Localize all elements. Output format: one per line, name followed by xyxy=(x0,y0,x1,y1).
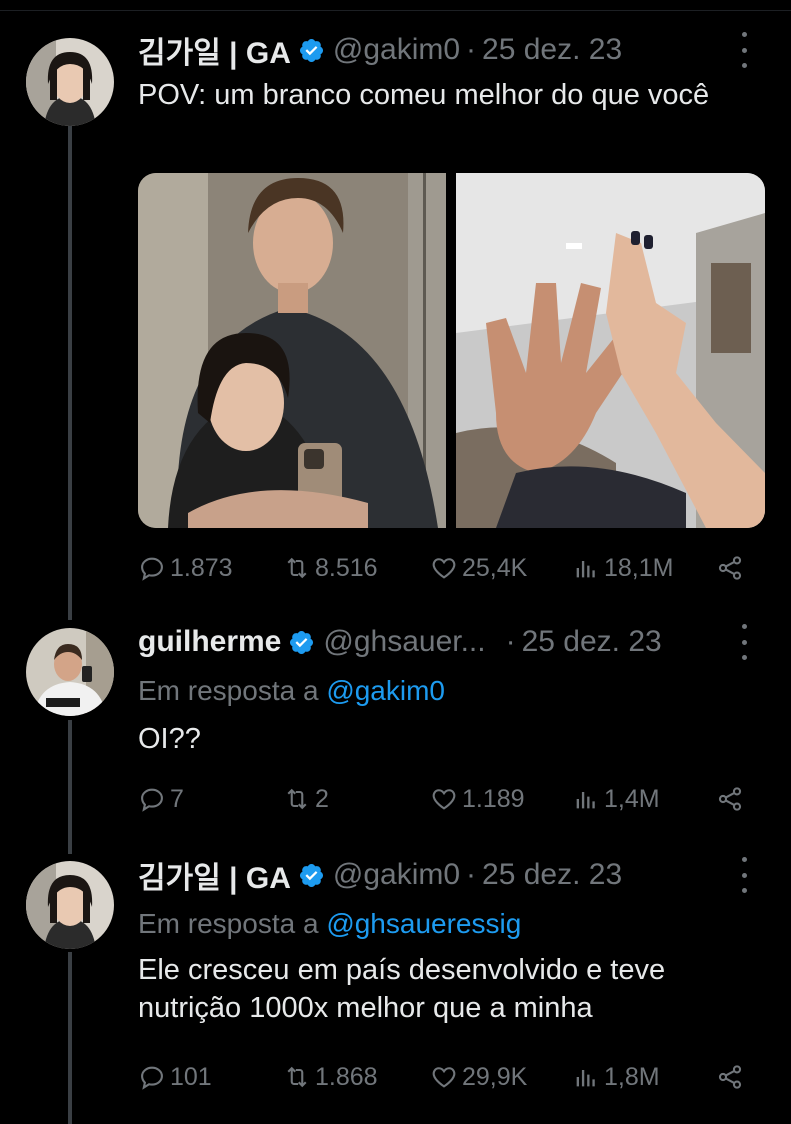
display-name[interactable]: 김가일 | GA xyxy=(138,853,291,897)
retweet-count: 2 xyxy=(315,784,329,813)
retweet-icon xyxy=(287,1066,307,1088)
like-button[interactable]: 1.189 xyxy=(430,779,525,819)
avatar[interactable] xyxy=(26,628,114,716)
tweet-header: guilherme @ghsauer... · 25 dez. 23 xyxy=(138,622,765,662)
reply-context: Em resposta a @ghsaueressig xyxy=(138,905,765,943)
more-options-icon[interactable] xyxy=(733,32,755,68)
reply-mention-link[interactable]: @ghsaueressig xyxy=(326,908,521,939)
tweet-actions: 1.873 8.516 25,4K 18,1M xyxy=(138,548,765,588)
views-button[interactable]: 1,8M xyxy=(572,1057,660,1097)
share-button[interactable] xyxy=(716,779,744,819)
display-name[interactable]: guilherme xyxy=(138,625,281,659)
tweet-photo[interactable] xyxy=(456,173,765,528)
like-count: 29,9K xyxy=(462,1062,528,1091)
share-button[interactable] xyxy=(716,548,744,588)
user-handle[interactable]: @gakim0 xyxy=(333,858,460,892)
retweet-button[interactable]: 2 xyxy=(283,779,329,819)
user-handle[interactable]: @gakim0 xyxy=(333,33,460,67)
separator-dot: · xyxy=(466,858,477,891)
reply-prefix: Em resposta a xyxy=(138,675,319,706)
tweet[interactable]: guilherme @ghsauer... · 25 dez. 23 Em re… xyxy=(0,622,791,832)
like-button[interactable]: 29,9K xyxy=(430,1057,527,1097)
heart-icon xyxy=(432,558,456,579)
verified-badge-icon xyxy=(288,629,315,656)
verified-badge-icon xyxy=(298,862,325,889)
views-button[interactable]: 18,1M xyxy=(572,548,673,588)
share-icon xyxy=(718,787,742,811)
reply-count: 7 xyxy=(170,784,184,813)
reply-context: Em resposta a @gakim0 xyxy=(138,672,765,710)
tweet-header: 김가일 | GA @gakim0 · 25 dez. 23 xyxy=(138,30,765,70)
share-button[interactable] xyxy=(716,1057,744,1097)
top-divider xyxy=(0,10,791,11)
reply-prefix: Em resposta a xyxy=(138,908,319,939)
separator-dot: · xyxy=(466,33,477,66)
tweet-date[interactable]: 25 dez. 23 xyxy=(522,625,662,659)
heart-icon xyxy=(432,789,456,810)
reply-count: 1.873 xyxy=(170,553,233,582)
reply-icon xyxy=(141,1066,163,1090)
reply-button[interactable]: 1.873 xyxy=(138,548,233,588)
retweet-button[interactable]: 8.516 xyxy=(283,548,378,588)
tweet-text: POV: um branco comeu melhor do que você xyxy=(138,79,710,111)
view-count: 1,8M xyxy=(604,1062,660,1091)
user-handle[interactable]: @ghsauer... xyxy=(323,625,485,659)
tweet-text: Ele cresceu em país desenvolvido e teve … xyxy=(138,954,666,1024)
like-count: 1.189 xyxy=(462,784,525,813)
retweet-count: 8.516 xyxy=(315,553,378,582)
more-options-icon[interactable] xyxy=(733,624,755,660)
share-icon xyxy=(718,556,742,580)
tweet-content: guilherme @ghsauer... · 25 dez. 23 Em re… xyxy=(138,622,765,832)
retweet-button[interactable]: 1.868 xyxy=(283,1057,378,1097)
reply-icon xyxy=(141,788,163,812)
like-button[interactable]: 25,4K xyxy=(430,548,527,588)
heart-icon xyxy=(432,1067,456,1088)
reply-button[interactable]: 7 xyxy=(138,779,184,819)
view-count: 18,1M xyxy=(604,553,674,582)
tweet-content: 김가일 | GA @gakim0 · 25 dez. 23 POV: um br… xyxy=(138,30,765,590)
display-name[interactable]: 김가일 | GA xyxy=(138,28,291,72)
tweet-actions: 7 2 1.189 1,4M xyxy=(138,779,765,819)
tweet[interactable]: 김가일 | GA @gakim0 · 25 dez. 23 Em respost… xyxy=(0,855,791,1115)
view-count: 1,4M xyxy=(604,784,660,813)
retweet-icon xyxy=(287,788,307,810)
like-count: 25,4K xyxy=(462,553,528,582)
reply-icon xyxy=(141,557,163,581)
views-icon xyxy=(576,1070,595,1087)
views-icon xyxy=(576,561,595,578)
avatar[interactable] xyxy=(26,861,114,949)
reply-mention-link[interactable]: @gakim0 xyxy=(326,675,445,706)
share-icon xyxy=(718,1065,742,1089)
retweet-count: 1.868 xyxy=(315,1062,378,1091)
tweet-content: 김가일 | GA @gakim0 · 25 dez. 23 Em respost… xyxy=(138,855,765,1115)
tweet-header: 김가일 | GA @gakim0 · 25 dez. 23 xyxy=(138,855,765,895)
more-options-icon[interactable] xyxy=(733,857,755,893)
retweet-icon xyxy=(287,557,307,579)
reply-count: 101 xyxy=(170,1062,212,1091)
tweet-text: OI?? xyxy=(138,723,201,755)
tweet-photo[interactable] xyxy=(138,173,446,528)
reply-button[interactable]: 101 xyxy=(138,1057,212,1097)
separator-dot: · xyxy=(505,625,516,658)
tweet-date[interactable]: 25 dez. 23 xyxy=(482,858,622,892)
verified-badge-icon xyxy=(298,37,325,64)
tweet[interactable]: 김가일 | GA @gakim0 · 25 dez. 23 POV: um br… xyxy=(0,30,791,590)
tweet-actions: 101 1.868 29,9K 1,8M xyxy=(138,1057,765,1097)
avatar[interactable] xyxy=(26,38,114,126)
views-button[interactable]: 1,4M xyxy=(572,779,660,819)
views-icon xyxy=(576,792,595,809)
tweet-date[interactable]: 25 dez. 23 xyxy=(482,33,622,67)
